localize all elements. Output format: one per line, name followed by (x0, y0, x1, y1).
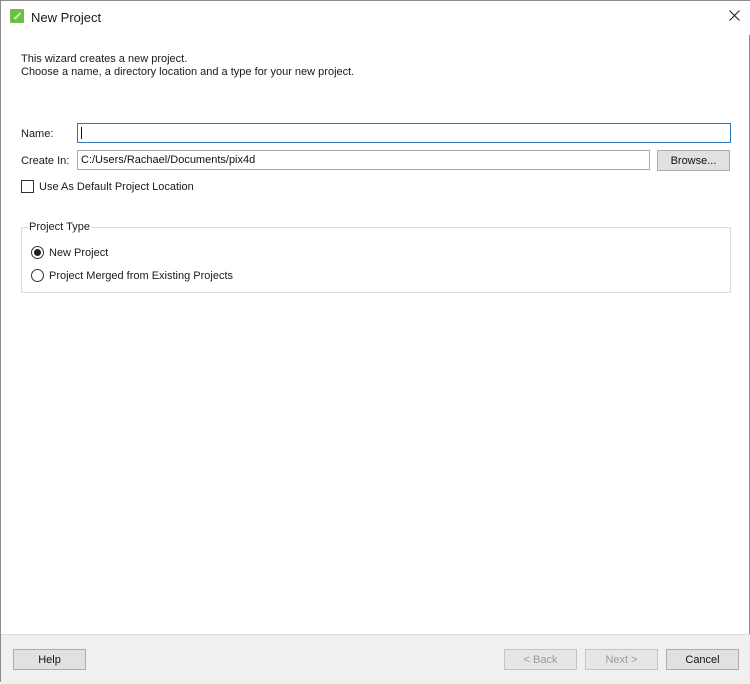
default-location-checkbox[interactable] (21, 180, 34, 193)
merged-project-radio[interactable] (31, 269, 44, 282)
back-button[interactable]: < Back (504, 649, 577, 670)
intro-line-1: This wizard creates a new project. (21, 53, 188, 65)
close-button[interactable] (717, 1, 750, 33)
close-icon (728, 10, 740, 24)
merged-project-label[interactable]: Project Merged from Existing Projects (49, 270, 233, 282)
text-caret (81, 127, 82, 139)
new-project-label[interactable]: New Project (49, 247, 108, 259)
next-button[interactable]: Next > (585, 649, 658, 670)
create-in-label: Create In: (21, 155, 70, 167)
new-project-dialog: New Project This wizard creates a new pr… (0, 0, 750, 684)
cancel-button[interactable]: Cancel (666, 649, 739, 670)
create-in-field[interactable]: C:/Users/Rachael/Documents/pix4d (77, 150, 650, 170)
intro-line-2: Choose a name, a directory location and … (21, 66, 355, 78)
default-location-label[interactable]: Use As Default Project Location (39, 181, 194, 193)
wizard-description: This wizard creates a new project. Choos… (21, 53, 354, 79)
title-bar: New Project (1, 0, 750, 35)
browse-button[interactable]: Browse... (657, 150, 730, 171)
project-type-title: Project Type (28, 221, 91, 233)
pix4d-app-icon (10, 9, 24, 23)
window-title: New Project (31, 10, 102, 25)
create-in-value: C:/Users/Rachael/Documents/pix4d (81, 154, 256, 166)
button-bar: Help < Back Next > Cancel (1, 634, 750, 684)
name-label: Name: (21, 128, 54, 140)
name-field[interactable] (77, 123, 731, 143)
new-project-radio[interactable] (31, 246, 44, 259)
help-button[interactable]: Help (13, 649, 86, 670)
project-type-group (21, 227, 731, 293)
